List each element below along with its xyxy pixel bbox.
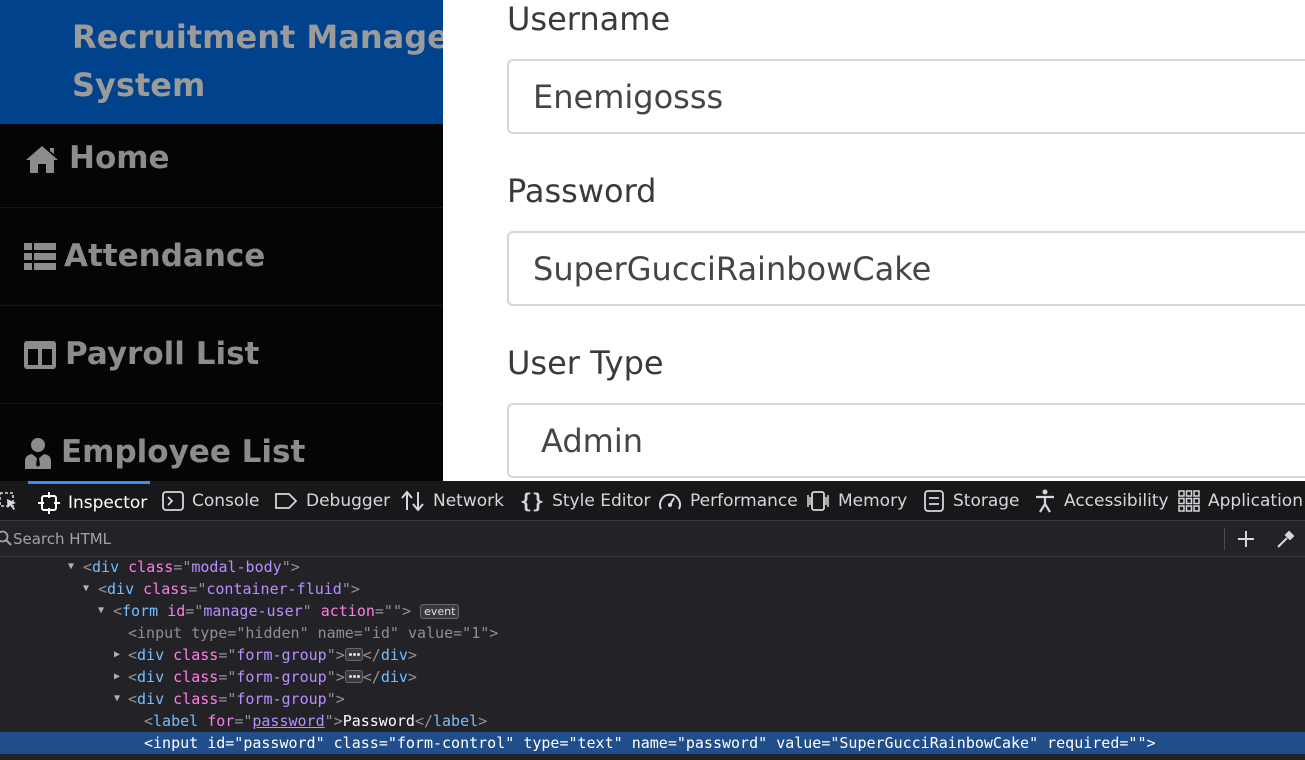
node-code: <form id="manage-user" action=""> event bbox=[113, 600, 460, 622]
search-icon bbox=[0, 530, 12, 550]
tab-label: Performance bbox=[690, 491, 798, 511]
tree-node-line[interactable]: <input type="hidden" name="id" value="1"… bbox=[0, 622, 1305, 644]
user-type-label: User Type bbox=[507, 344, 664, 382]
markup-tree: ▼ <div class="modal-body"> ▼ <div class=… bbox=[0, 558, 1305, 760]
add-node-icon[interactable] bbox=[1232, 524, 1260, 554]
inspector-icon bbox=[38, 491, 60, 514]
search-html-input[interactable] bbox=[13, 526, 1213, 552]
tab-style-editor[interactable]: {} Style Editor bbox=[520, 481, 651, 521]
sidebar-item-payroll-list[interactable]: Payroll List bbox=[0, 306, 443, 404]
tree-node-line[interactable]: ▶ <div class="form-group"> </div> bbox=[0, 644, 1305, 666]
expanded-arrow-icon[interactable]: ▼ bbox=[114, 688, 124, 710]
sidebar-item-label: Payroll List bbox=[65, 336, 260, 372]
brand-header: Recruitment Management System bbox=[0, 0, 443, 124]
sidebar-item-home[interactable]: Home bbox=[0, 110, 443, 208]
node-code: <div class="form-group"> </div> bbox=[128, 646, 417, 664]
node-code: <label for="password">Password</label> bbox=[144, 712, 488, 730]
tab-label: Accessibility bbox=[1064, 491, 1169, 511]
debugger-icon bbox=[275, 493, 298, 509]
tree-node-line[interactable]: ▼ <form id="manage-user" action=""> even… bbox=[0, 600, 1305, 622]
username-value: Enemigosss bbox=[533, 78, 724, 116]
selected-tree-node-line[interactable]: <input id="password" class="form-control… bbox=[0, 732, 1305, 754]
tree-node-line[interactable]: ▼ <div class="modal-body"> bbox=[0, 558, 1305, 578]
style-editor-icon: {} bbox=[520, 489, 545, 513]
node-code: <input type="hidden" name="id" value="1"… bbox=[128, 624, 499, 642]
element-picker-icon[interactable] bbox=[0, 481, 22, 521]
tab-performance[interactable]: Performance bbox=[658, 481, 798, 521]
password-label: Password bbox=[507, 172, 657, 210]
node-code: <div class="form-group"> bbox=[128, 690, 345, 708]
tab-label: Memory bbox=[838, 491, 908, 511]
collapsed-arrow-icon[interactable]: ▶ bbox=[114, 644, 124, 666]
tab-label: Network bbox=[433, 491, 504, 511]
divider bbox=[1224, 528, 1225, 550]
application-icon bbox=[1178, 490, 1200, 512]
tab-label: Style Editor bbox=[552, 491, 651, 511]
tree-node-line[interactable]: ▼ <div class="form-group"> bbox=[0, 688, 1305, 710]
columns-icon bbox=[24, 306, 56, 404]
sidebar: Recruitment Management System Home Atten… bbox=[0, 0, 443, 481]
devtools-panel: Inspector Console Debugger Network {} St… bbox=[0, 481, 1305, 760]
tree-node-line[interactable]: <label for="password">Password</label> bbox=[0, 710, 1305, 732]
expanded-arrow-icon[interactable]: ▼ bbox=[68, 558, 78, 578]
manage-user-form: Username Enemigosss Password SuperGucciR… bbox=[443, 0, 1305, 481]
tab-memory[interactable]: Memory bbox=[806, 481, 907, 521]
tree-node-line[interactable]: ▼ <div class="container-fluid"> bbox=[0, 578, 1305, 600]
devtools-toolbar: Inspector Console Debugger Network {} St… bbox=[0, 481, 1305, 521]
node-code: <div class="modal-body"> bbox=[83, 558, 300, 576]
memory-icon bbox=[807, 491, 829, 511]
password-field[interactable]: SuperGucciRainbowCake bbox=[507, 231, 1305, 306]
sidebar-item-employee-list[interactable]: Employee List bbox=[0, 404, 443, 481]
tab-console[interactable]: Console bbox=[162, 481, 260, 521]
tab-label: Inspector bbox=[68, 492, 148, 513]
tab-label: Console bbox=[192, 491, 260, 511]
sidebar-item-label: Employee List bbox=[61, 434, 306, 470]
sidebar-item-label: Attendance bbox=[64, 238, 266, 274]
storage-icon bbox=[924, 490, 944, 512]
tab-network[interactable]: Network bbox=[401, 481, 504, 521]
for-link[interactable]: password bbox=[252, 712, 324, 730]
network-icon bbox=[401, 490, 424, 512]
tab-storage[interactable]: Storage bbox=[923, 481, 1020, 521]
tab-label: Debugger bbox=[306, 491, 391, 511]
tab-inspector[interactable]: Inspector bbox=[28, 481, 150, 521]
node-code: <div class="form-group"> </div> bbox=[128, 668, 417, 686]
expanded-arrow-icon[interactable]: ▼ bbox=[83, 578, 93, 600]
collapsed-arrow-icon[interactable]: ▶ bbox=[114, 666, 124, 688]
console-icon bbox=[162, 491, 184, 511]
node-code: <input id="password" class="form-control… bbox=[144, 734, 1156, 752]
performance-icon bbox=[659, 493, 681, 510]
tab-accessibility[interactable]: Accessibility bbox=[1034, 481, 1169, 521]
user-type-value: Admin bbox=[541, 422, 643, 460]
user-tie-icon bbox=[24, 404, 52, 481]
tab-label: Storage bbox=[953, 491, 1020, 511]
ellipsis-icon[interactable] bbox=[344, 648, 363, 661]
tab-debugger[interactable]: Debugger bbox=[274, 481, 390, 521]
username-field[interactable]: Enemigosss bbox=[507, 59, 1305, 134]
sidebar-item-attendance[interactable]: Attendance bbox=[0, 208, 443, 306]
expanded-arrow-icon[interactable]: ▼ bbox=[98, 600, 108, 622]
username-label: Username bbox=[507, 0, 671, 38]
tab-application[interactable]: Application bbox=[1178, 481, 1303, 521]
event-badge[interactable]: event bbox=[420, 604, 460, 619]
node-code: <div class="container-fluid"> bbox=[98, 580, 360, 598]
search-bar bbox=[0, 522, 1305, 557]
eyedropper-icon[interactable] bbox=[1272, 524, 1300, 554]
brand-title: Recruitment Management System bbox=[72, 18, 443, 104]
home-icon bbox=[24, 110, 60, 208]
list-icon bbox=[24, 208, 56, 306]
accessibility-icon bbox=[1036, 489, 1054, 513]
ellipsis-icon[interactable] bbox=[344, 670, 363, 683]
tree-node-line[interactable]: ▶ <div class="form-group"> </div> bbox=[0, 666, 1305, 688]
tab-label: Application bbox=[1208, 491, 1303, 511]
password-value: SuperGucciRainbowCake bbox=[533, 250, 932, 288]
user-type-select[interactable]: Admin bbox=[507, 403, 1305, 478]
sidebar-item-label: Home bbox=[69, 140, 170, 176]
